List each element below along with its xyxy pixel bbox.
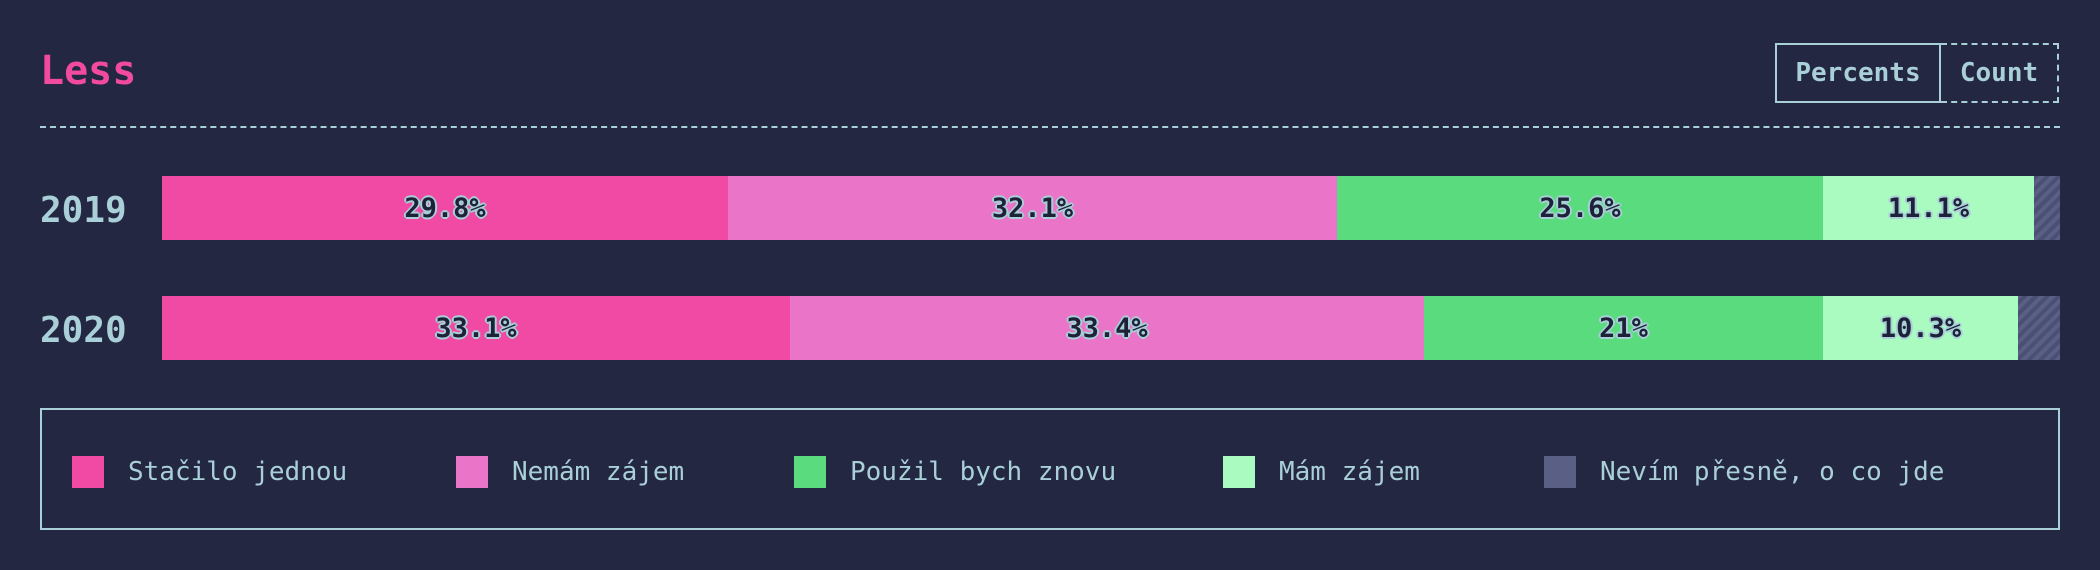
chart-card: Less Percents Count 2019 29.8% 32.1% 25.6% 1… xyxy=(0,0,2100,570)
bar-segment[interactable]: 11.1% xyxy=(1823,176,2034,240)
data-label: 10.3% xyxy=(1879,312,1962,344)
legend-item[interactable]: Nevím přesně, o co jde xyxy=(1544,456,1944,488)
row-label-2020: 2020 xyxy=(40,310,127,351)
data-label: 32.1% xyxy=(991,192,1074,224)
chart-title: Less xyxy=(40,48,137,94)
divider xyxy=(40,126,2060,128)
bar-segment[interactable]: 33.4% xyxy=(790,296,1424,360)
stacked-bar-2019: 29.8% 32.1% 25.6% 11.1% xyxy=(162,176,2060,240)
percents-button[interactable]: Percents xyxy=(1775,43,1941,103)
row-label-2019: 2019 xyxy=(40,190,127,231)
bar-segment[interactable]: 29.8% xyxy=(162,176,728,240)
legend-item[interactable]: Nemám zájem xyxy=(456,456,684,488)
bar-segment[interactable]: 32.1% xyxy=(728,176,1337,240)
count-button[interactable]: Count xyxy=(1941,43,2059,103)
bar-segment[interactable]: 25.6% xyxy=(1337,176,1823,240)
data-label: 25.6% xyxy=(1539,192,1621,224)
data-label: 33.4% xyxy=(1066,312,1148,344)
legend-swatch xyxy=(1223,456,1255,488)
legend: Stačilo jednou Nemám zájem Použil bych zno… xyxy=(40,408,2060,530)
bar-segment[interactable]: 10.3% xyxy=(1823,296,2018,360)
stacked-bar-2020: 33.1% 33.4% 21% 10.3% xyxy=(162,296,2060,360)
data-label: 33.1% xyxy=(435,312,517,344)
legend-label: Nevím přesně, o co jde xyxy=(1600,457,1945,487)
legend-label: Použil bych znovu xyxy=(850,457,1117,487)
legend-label: Mám zájem xyxy=(1279,457,1420,487)
legend-item[interactable]: Stačilo jednou xyxy=(72,456,347,488)
data-label: 11.1% xyxy=(1887,192,1970,224)
legend-swatch xyxy=(456,456,488,488)
legend-swatch xyxy=(72,456,104,488)
legend-swatch xyxy=(1544,456,1576,488)
data-label: 21% xyxy=(1599,312,1649,344)
bar-segment[interactable] xyxy=(2034,176,2060,240)
mode-toggle: Percents Count xyxy=(1775,43,2059,103)
bar-segment[interactable]: 21% xyxy=(1424,296,1823,360)
legend-label: Nemám zájem xyxy=(512,457,685,487)
legend-swatch xyxy=(794,456,826,488)
legend-item[interactable]: Použil bych znovu xyxy=(794,456,1116,488)
bar-segment[interactable]: 33.1% xyxy=(162,296,790,360)
legend-item[interactable]: Mám zájem xyxy=(1223,456,1420,488)
legend-label: Stačilo jednou xyxy=(128,457,348,487)
bar-segment[interactable] xyxy=(2018,296,2060,360)
data-label: 29.8% xyxy=(404,192,486,224)
